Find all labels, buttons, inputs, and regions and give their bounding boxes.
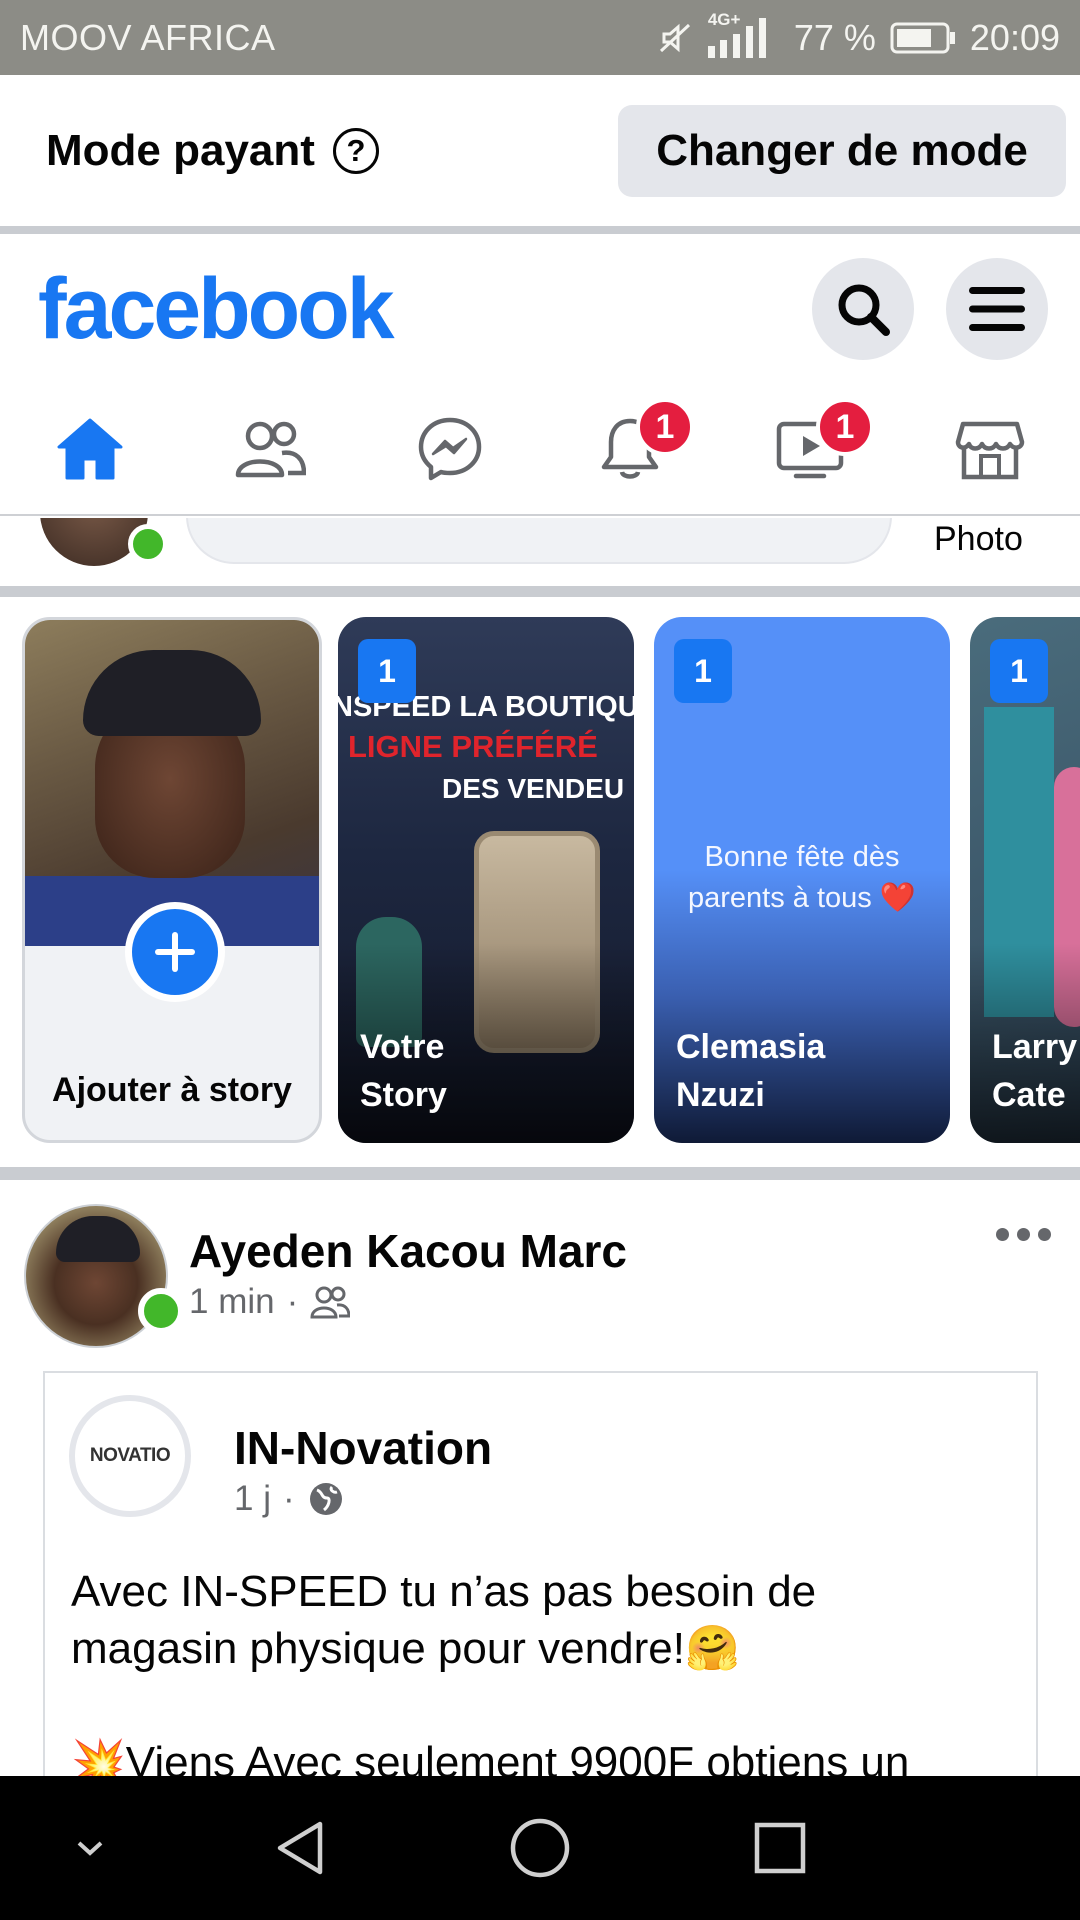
shared-post-timestamp[interactable]: 1 j	[234, 1479, 271, 1519]
profile-photo	[25, 620, 319, 946]
meta-dot: ·	[286, 1282, 299, 1321]
mode-label-text: Mode payant	[46, 125, 315, 175]
divider	[0, 1167, 1080, 1180]
story-card[interactable]: 1 Larry Cate	[970, 617, 1080, 1143]
marketplace-icon	[955, 421, 1025, 480]
notifications-badge: 1	[636, 398, 694, 456]
story-text-content: Bonne fête dès parents à tous ❤️	[654, 837, 950, 919]
home-button[interactable]	[495, 1776, 585, 1920]
story-overlay-text: LIGNE PRÉFÉRÉ	[348, 729, 598, 764]
back-button[interactable]	[255, 1776, 345, 1920]
post-composer: Photo	[0, 518, 1080, 584]
mute-icon	[658, 21, 692, 55]
status-bar: MOOV AFRICA 4G+ 77 % 20:09	[0, 0, 1080, 75]
shared-post[interactable]: NOVATIO IN-Novation 1 j · Avec IN-SPEED …	[43, 1371, 1038, 1776]
hamburger-menu-icon	[969, 287, 1025, 331]
shared-post-text: Avec IN-SPEED tu n’as pas besoin de maga…	[71, 1567, 910, 1776]
whats-on-your-mind-input[interactable]	[186, 518, 892, 564]
search-button[interactable]	[812, 258, 914, 360]
tab-messenger[interactable]	[360, 384, 540, 514]
tab-friends[interactable]	[180, 384, 360, 514]
page-logo-text: NOVATIO	[89, 1445, 171, 1466]
battery-percent: 77 %	[793, 16, 876, 58]
tab-marketplace[interactable]	[900, 384, 1080, 514]
friends-icon	[235, 421, 306, 478]
story-author-name: Larry Cate	[992, 1028, 1078, 1114]
system-navigation-bar	[0, 1776, 1080, 1920]
photo-cap	[83, 650, 261, 736]
facebook-logo[interactable]: facebook	[38, 260, 780, 359]
more-options-icon[interactable]	[996, 1228, 1051, 1241]
globe-icon	[309, 1483, 342, 1515]
story-author-name: Votre Story	[360, 1028, 447, 1114]
story-count-badge: 1	[358, 639, 416, 703]
home-icon	[57, 418, 123, 480]
stories-tray: Ajouter à story NSPEED LA BOUTIQU LIGNE …	[0, 597, 1080, 1167]
create-story-card[interactable]: Ajouter à story	[22, 617, 322, 1143]
signal-icon: 4G+	[706, 10, 768, 60]
story-author-name: Clemasia Nzuzi	[676, 1028, 826, 1114]
main-nav-tabs: 1 1	[0, 384, 1080, 516]
tab-notifications[interactable]: 1	[540, 384, 720, 514]
friends-audience-icon	[310, 1286, 351, 1319]
photo-button[interactable]: Photo	[934, 520, 1023, 559]
home-circle-icon	[510, 1818, 570, 1878]
online-status-dot	[128, 524, 168, 564]
clock: 20:09	[969, 16, 1060, 58]
story-text: Bonne fête dès parents à tous ❤️	[688, 841, 916, 914]
app-header: facebook	[0, 234, 1080, 384]
back-icon	[277, 1821, 323, 1875]
carrier-name: MOOV AFRICA	[20, 16, 276, 58]
divider	[0, 226, 1080, 234]
post-meta: 1 min ·	[189, 1282, 351, 1322]
story-count-badge: 1	[990, 639, 1048, 703]
tab-watch[interactable]: 1	[720, 384, 900, 514]
story-overlay-text: DES VENDEU	[442, 773, 625, 804]
mode-label: Mode payant ?	[46, 126, 618, 176]
messenger-icon	[418, 417, 482, 481]
meta-dot: ·	[282, 1479, 295, 1518]
post-timestamp[interactable]: 1 min	[189, 1282, 275, 1322]
change-mode-button[interactable]: Changer de mode	[618, 104, 1066, 197]
battery-icon	[890, 22, 956, 54]
story-card[interactable]: NSPEED LA BOUTIQU LIGNE PRÉFÉRÉ DES VEND…	[338, 617, 634, 1143]
shared-page-name[interactable]: IN-Novation	[234, 1421, 492, 1475]
shared-post-meta: 1 j ·	[234, 1479, 345, 1519]
story-card[interactable]: Bonne fête dès parents à tous ❤️ 1 Clema…	[654, 617, 950, 1143]
chevron-down-icon	[77, 1841, 103, 1856]
watch-badge: 1	[816, 398, 874, 456]
divider	[0, 586, 1080, 597]
help-icon[interactable]: ?	[332, 127, 379, 174]
create-story-label: Ajouter à story	[52, 1071, 292, 1109]
collapse-keyboard-button[interactable]	[60, 1776, 120, 1920]
story-count-badge: 1	[674, 639, 732, 703]
add-story-button[interactable]	[125, 902, 225, 1002]
avatar-cap	[56, 1216, 140, 1262]
feed-post: Ayeden Kacou Marc 1 min · NOVATIO IN-Nov…	[0, 1180, 1080, 1776]
recents-icon	[754, 1822, 806, 1874]
plus-icon	[155, 932, 195, 972]
post-author-name[interactable]: Ayeden Kacou Marc	[189, 1224, 627, 1278]
online-status-dot	[138, 1288, 184, 1334]
status-icons: 4G+ 77 % 20:09	[658, 10, 1060, 60]
tab-home[interactable]	[0, 384, 180, 514]
data-mode-bar: Mode payant ? Changer de mode	[0, 75, 1080, 226]
search-icon	[838, 284, 890, 336]
recents-button[interactable]	[735, 1776, 825, 1920]
menu-button[interactable]	[946, 258, 1048, 360]
page-logo[interactable]: NOVATIO	[69, 1395, 191, 1517]
